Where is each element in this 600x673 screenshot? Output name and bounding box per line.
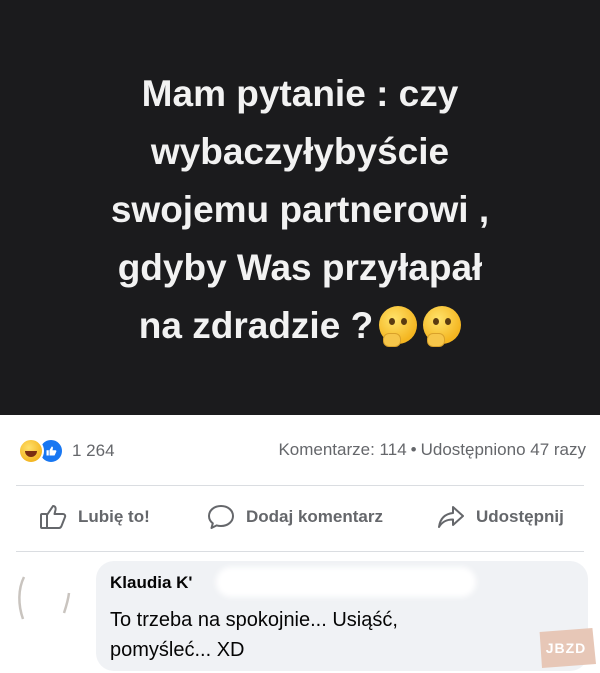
share-button[interactable]: Udostępnij	[436, 503, 564, 531]
shares-count-link[interactable]: Udostępniono 47 razy	[421, 440, 586, 459]
divider	[16, 485, 584, 486]
redaction-blur	[216, 567, 476, 597]
comment-avatar[interactable]	[14, 575, 74, 625]
divider	[16, 551, 584, 552]
image-text-line-last: na zdradzie ?	[40, 297, 560, 355]
thumbs-up-icon	[40, 505, 67, 529]
engagement-stats: Komentarze: 114 • Udostępniono 47 razy	[278, 440, 586, 460]
post-stats: 1 264 Komentarze: 114 • Udostępniono 47 ra…	[0, 430, 600, 470]
separator-dot: •	[410, 440, 417, 459]
reaction-count: 1 264	[72, 441, 115, 460]
like-button[interactable]: Lubię to!	[38, 503, 150, 531]
image-text-line: na zdradzie ?	[138, 304, 374, 346]
image-text-line: wybaczyłybyście	[150, 130, 450, 172]
image-text-line: gdyby Was przyłapał	[117, 246, 483, 288]
share-arrow-icon	[438, 506, 464, 528]
speech-bubble-icon	[208, 505, 234, 529]
share-button-label: Udostępnij	[476, 507, 564, 526]
post-image[interactable]: Mam pytanie : czy wybaczyłybyście swojem…	[0, 0, 600, 415]
post-image-text: Mam pytanie : czy wybaczyłybyście swojem…	[40, 65, 560, 355]
comment-author-name[interactable]: Klaudia K'	[110, 573, 192, 593]
comment-text: To trzeba na spokojnie... Usiąść, pomyśl…	[110, 605, 570, 665]
image-text-line: swojemu partnerowi ,	[110, 188, 490, 230]
post-action-bar: Lubię to! Dodaj komentarz Udostępnij	[0, 497, 600, 541]
jbzd-watermark-logo: JBZD	[539, 628, 596, 668]
comment-button-label: Dodaj komentarz	[246, 507, 383, 526]
comment-button[interactable]: Dodaj komentarz	[206, 503, 383, 531]
comment-text-line: pomyśleć... XD	[110, 639, 245, 661]
like-button-label: Lubię to!	[78, 507, 150, 526]
reactions-summary[interactable]: 1 264	[18, 438, 115, 464]
comment-bubble: Klaudia K' To trzeba na spokojnie... Usi…	[96, 561, 588, 671]
comments-count-link[interactable]: Komentarze: 114	[278, 440, 406, 459]
thinking-emoji-icon	[379, 305, 418, 347]
image-text-line: Mam pytanie : czy	[141, 72, 459, 114]
thinking-emoji-icon	[423, 305, 462, 347]
comment-text-line: To trzeba na spokojnie... Usiąść,	[110, 609, 398, 631]
haha-reaction-icon	[18, 438, 44, 464]
